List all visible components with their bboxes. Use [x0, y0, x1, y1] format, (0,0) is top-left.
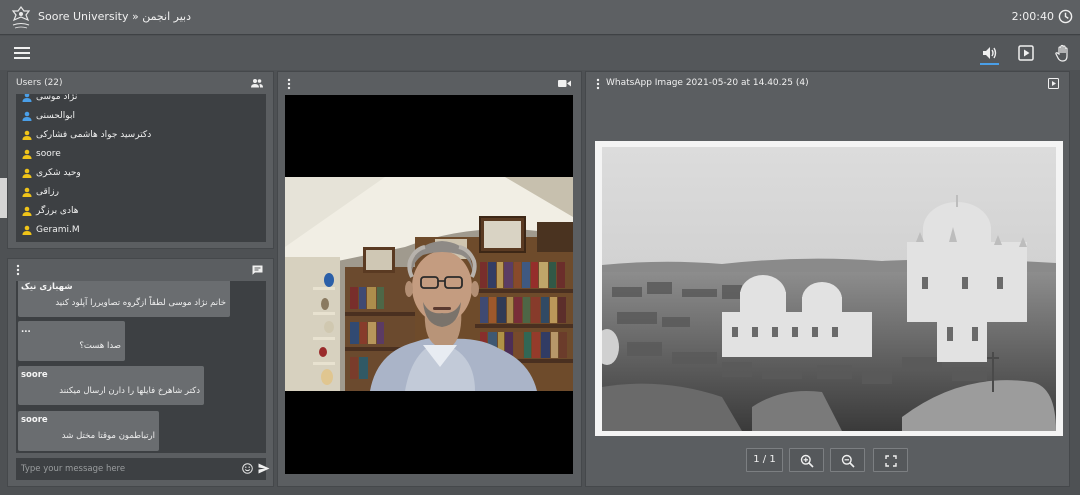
- speaker-icon[interactable]: [980, 44, 998, 62]
- user-item[interactable]: وحید شکری: [16, 164, 266, 183]
- presentation-options-icon[interactable]: [596, 78, 600, 90]
- play-presentation-icon[interactable]: [1017, 44, 1035, 62]
- users-list: نژاد موسی ابوالحسنی دکترسید جواد هاشمی ف…: [16, 94, 266, 242]
- users-group-icon[interactable]: [251, 78, 263, 88]
- message-text: خانم نژاد موسی لطفاً ازگروه تصاویررا آپل…: [55, 298, 226, 308]
- user-item[interactable]: Gerami.M: [16, 221, 266, 240]
- webcam-options-icon[interactable]: [287, 78, 291, 90]
- fullscreen-icon: [885, 455, 897, 467]
- page-indicator[interactable]: 1 / 1: [746, 448, 783, 472]
- zoom-in-button[interactable]: [789, 448, 824, 472]
- video-stream: [285, 95, 573, 474]
- chat-message: soore ارتباطمون موقتا مختل شد: [18, 411, 159, 451]
- presenter-user-icon: [22, 168, 32, 178]
- presentation-title: WhatsApp Image 2021-05-20 at 14.40.25 (4…: [606, 78, 809, 88]
- user-name: دکترسید جواد هاشمی فشارکی: [36, 130, 152, 140]
- chat-bubble-icon[interactable]: [252, 265, 263, 275]
- message-sender: soore: [21, 415, 48, 425]
- message-text: ارتباطمون موقتا مختل شد: [61, 431, 155, 441]
- webcam-video-frame: [285, 177, 573, 391]
- user-item[interactable]: دکترسید جواد هاشمی فشارکی: [16, 126, 266, 145]
- send-icon[interactable]: [258, 463, 270, 474]
- user-item[interactable]: نژاد موسی: [16, 94, 266, 107]
- presenter-user-icon: [22, 225, 32, 235]
- chat-message: soore دکتر شاهرخ فایلها را دارن ارسال می…: [18, 366, 204, 405]
- toolbar: [0, 36, 1080, 70]
- chat-message-input[interactable]: Type your message here: [16, 458, 270, 480]
- user-item[interactable]: رزاقی: [16, 183, 266, 202]
- presenter-user-icon: [22, 130, 32, 140]
- user-name: رزاقی: [36, 187, 59, 197]
- message-sender: ...: [21, 325, 31, 335]
- presenter-user-icon: [22, 187, 32, 197]
- presentation-play-icon[interactable]: [1048, 78, 1059, 89]
- user-name: نژاد موسی: [36, 94, 78, 102]
- presenter-user-icon: [22, 149, 32, 159]
- active-indicator: [980, 63, 999, 65]
- zoom-out-button[interactable]: [830, 448, 865, 472]
- university-logo-icon: [11, 6, 31, 29]
- presentation-panel: WhatsApp Image 2021-05-20 at 14.40.25 (4…: [585, 71, 1070, 487]
- zoom-out-icon: [841, 454, 855, 468]
- video-camera-icon[interactable]: [558, 79, 571, 88]
- chat-message: ... صدا هست؟: [18, 321, 125, 361]
- top-bar: Soore University » دبیر انجمن 2:00:40: [0, 0, 1080, 35]
- chat-messages: شهبازی نیک خانم نژاد موسی لطفاً ازگروه ت…: [16, 281, 266, 453]
- menu-icon[interactable]: [14, 46, 30, 60]
- message-text: صدا هست؟: [79, 341, 121, 351]
- fullscreen-button[interactable]: [873, 448, 908, 472]
- user-name: Gerami.M: [36, 225, 80, 235]
- presentation-slide: [595, 141, 1063, 436]
- chat-options-icon[interactable]: [16, 264, 20, 276]
- chat-message: شهبازی نیک خانم نژاد موسی لطفاً ازگروه ت…: [18, 281, 230, 317]
- historic-photo: [602, 147, 1056, 431]
- user-name: هادی برزگر: [36, 206, 79, 216]
- chat-panel: شهبازی نیک خانم نژاد موسی لطفاً ازگروه ت…: [7, 258, 274, 487]
- clock-icon: [1058, 9, 1073, 24]
- users-panel: Users (22) نژاد موسی ابوالحسنی دکترسید ج…: [7, 71, 274, 249]
- user-icon: [22, 111, 32, 121]
- user-name: ابوالحسنی: [36, 111, 75, 121]
- message-sender: soore: [21, 370, 48, 380]
- zoom-in-icon: [800, 454, 814, 468]
- message-text: دکتر شاهرخ فایلها را دارن ارسال میکنند: [59, 386, 200, 396]
- user-item[interactable]: soore: [16, 145, 266, 164]
- raise-hand-icon[interactable]: [1054, 44, 1072, 62]
- chat-input-placeholder: Type your message here: [21, 464, 126, 474]
- presentation-controls: 1 / 1: [586, 448, 1071, 472]
- presenter-user-icon: [22, 206, 32, 216]
- user-icon: [22, 94, 32, 102]
- webcam-panel: [277, 71, 582, 487]
- user-name: وحید شکری: [36, 168, 81, 178]
- message-sender: شهبازی نیک: [21, 282, 73, 292]
- user-item[interactable]: هادی برزگر: [16, 202, 266, 221]
- emoji-icon[interactable]: [242, 463, 253, 474]
- user-name: soore: [36, 149, 61, 159]
- user-item[interactable]: ابوالحسنی: [16, 107, 266, 126]
- app-title: Soore University » دبیر انجمن: [38, 10, 191, 23]
- users-title: Users (22): [16, 78, 63, 88]
- session-timer: 2:00:40: [1011, 10, 1054, 23]
